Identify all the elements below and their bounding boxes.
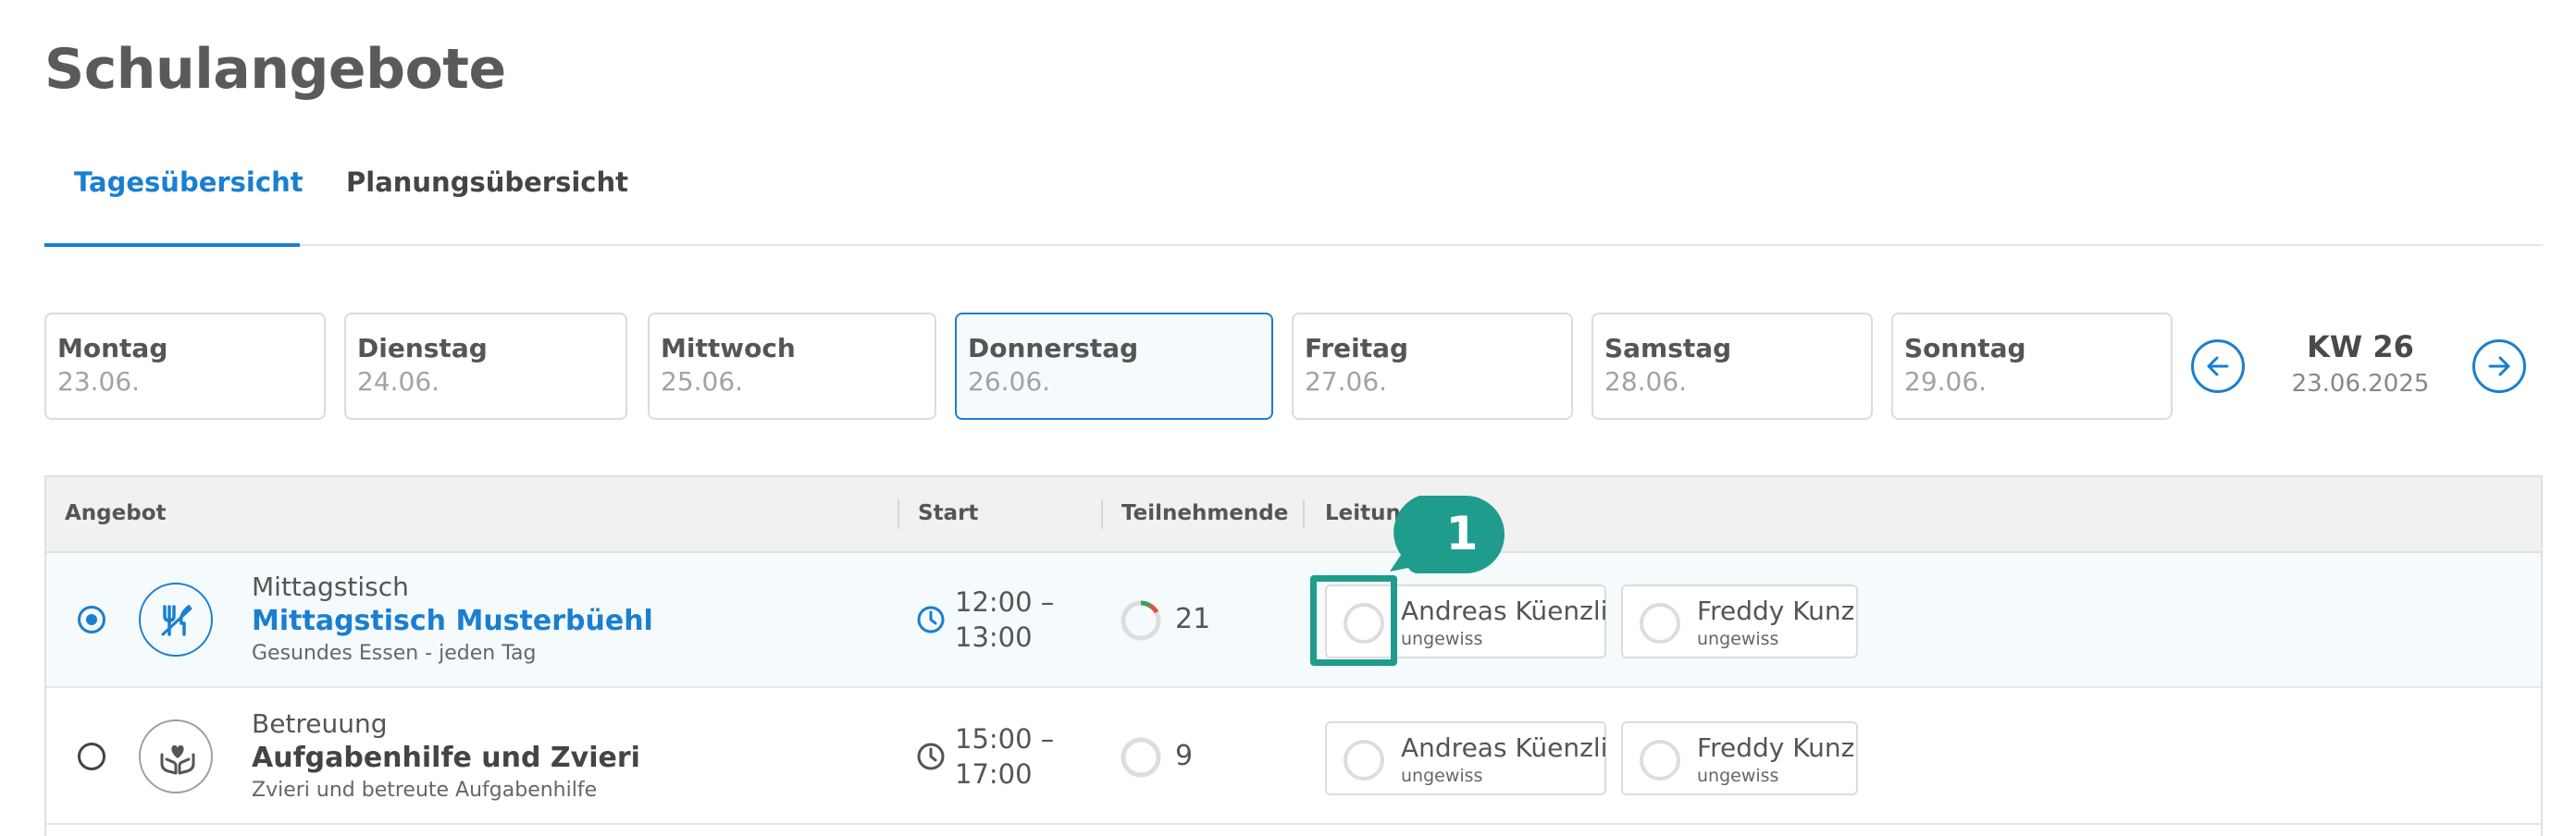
arrow-left-icon: [2207, 356, 2229, 376]
offer-description: Gesundes Essen - jeden Tag: [252, 642, 537, 665]
day-name: Dienstag: [357, 333, 488, 363]
table-header: Angebot Start Teilnehmende Leitung: [46, 475, 2541, 553]
day-date: 29.06.: [1904, 366, 1988, 397]
day-name: Freitag: [1305, 333, 1409, 363]
table-row[interactable]: Mittagstisch Mittagstisch Musterbüehl Ge…: [46, 553, 2541, 688]
previous-week-button[interactable]: [2191, 339, 2245, 393]
leader-chip[interactable]: Freddy Kunz ungewiss: [1621, 584, 1858, 658]
day-date: 26.06.: [968, 366, 1051, 397]
leader-status: ungewiss: [1401, 766, 1483, 786]
leader-status: ungewiss: [1401, 629, 1483, 649]
time-start: 15:00 –: [955, 723, 1055, 755]
day-date: 27.06.: [1305, 366, 1388, 397]
row-select-radio[interactable]: [78, 606, 105, 633]
category-badge: [139, 719, 213, 793]
tab-tagesuebersicht[interactable]: Tagesübersicht: [74, 166, 303, 198]
leader-status-avatar: [1640, 740, 1680, 781]
leader-name: Andreas Küenzli: [1401, 732, 1608, 763]
next-week-button[interactable]: [2472, 339, 2526, 393]
column-divider: [1303, 499, 1305, 529]
day-card-mittwoch[interactable]: Mittwoch 25.06.: [648, 313, 936, 420]
week-label: KW 26: [2307, 329, 2414, 364]
column-header-start: Start: [918, 501, 979, 525]
day-date: 24.06.: [357, 366, 440, 397]
clock-icon: [917, 743, 945, 770]
time-end: 17:00: [955, 758, 1033, 790]
day-name: Samstag: [1604, 333, 1732, 363]
column-divider: [1101, 499, 1103, 529]
leader-name: Freddy Kunz: [1697, 732, 1855, 763]
category-badge: [139, 583, 213, 657]
participant-count: 21: [1175, 603, 1211, 635]
leader-status-avatar: [1344, 740, 1384, 781]
row-select-radio[interactable]: [78, 743, 105, 770]
day-card-dienstag[interactable]: Dienstag 24.06.: [344, 313, 627, 420]
offer-description: Zvieri und betreute Aufgabenhilfe: [252, 779, 598, 802]
clock-icon: [917, 606, 945, 633]
offer-category: Betreuung: [252, 708, 388, 739]
participants-progress-ring: [1121, 737, 1161, 778]
table-row[interactable]: Betreuung Aufgabenhilfe und Zvieri Zvier…: [46, 690, 2541, 825]
day-name: Sonntag: [1904, 333, 2026, 363]
page-title: Schulangebote: [44, 37, 506, 102]
day-card-montag[interactable]: Montag 23.06.: [44, 313, 326, 420]
leader-name: Freddy Kunz: [1697, 596, 1855, 626]
leader-chip[interactable]: Andreas Küenzli ungewiss: [1325, 721, 1608, 795]
leader-name: Andreas Küenzli: [1401, 596, 1608, 626]
day-date: 25.06.: [661, 366, 744, 397]
week-start-date: 23.06.2025: [2291, 370, 2430, 398]
annotation-number: 1: [1445, 507, 1479, 560]
leader-status-avatar: [1640, 603, 1680, 644]
day-card-freitag[interactable]: Freitag 27.06.: [1292, 313, 1573, 420]
day-card-sonntag[interactable]: Sonntag 29.06.: [1891, 313, 2173, 420]
offer-title[interactable]: Aufgabenhilfe und Zvieri: [252, 742, 640, 774]
column-header-teilnehmende: Teilnehmende: [1121, 501, 1289, 525]
time-end: 13:00: [955, 621, 1033, 653]
offer-title-link[interactable]: Mittagstisch Musterbüehl: [252, 605, 653, 637]
leader-status: ungewiss: [1697, 629, 1779, 649]
column-header-angebot: Angebot: [65, 501, 167, 525]
offers-table: Angebot Start Teilnehmende Leitung Mitta…: [44, 475, 2543, 836]
time-start: 12:00 –: [955, 586, 1055, 618]
arrow-right-icon: [2488, 356, 2510, 376]
day-card-donnerstag[interactable]: Donnerstag 26.06.: [955, 313, 1273, 420]
start-time: 12:00 – 13:00: [955, 584, 1054, 655]
day-name: Donnerstag: [968, 333, 1139, 363]
day-card-samstag[interactable]: Samstag 28.06.: [1591, 313, 1873, 420]
view-tabs: Tagesübersicht Planungsübersicht: [44, 157, 2543, 247]
participant-count: 9: [1175, 740, 1194, 772]
annotation-highlight-box: [1310, 575, 1397, 666]
active-tab-indicator: [44, 243, 300, 247]
day-date: 28.06.: [1604, 366, 1688, 397]
start-time: 15:00 – 17:00: [955, 721, 1054, 792]
cutlery-icon: [161, 605, 192, 636]
tab-planungsuebersicht[interactable]: Planungsübersicht: [346, 166, 628, 198]
offer-category: Mittagstisch: [252, 572, 409, 602]
day-name: Mittwoch: [661, 333, 796, 363]
day-name: Montag: [57, 333, 168, 363]
leader-chip[interactable]: Freddy Kunz ungewiss: [1621, 721, 1858, 795]
column-divider: [898, 499, 899, 529]
participants-progress-ring: [1121, 600, 1161, 641]
day-date: 23.06.: [57, 366, 141, 397]
leader-status: ungewiss: [1697, 766, 1779, 786]
caring-hands-icon: [160, 744, 195, 775]
